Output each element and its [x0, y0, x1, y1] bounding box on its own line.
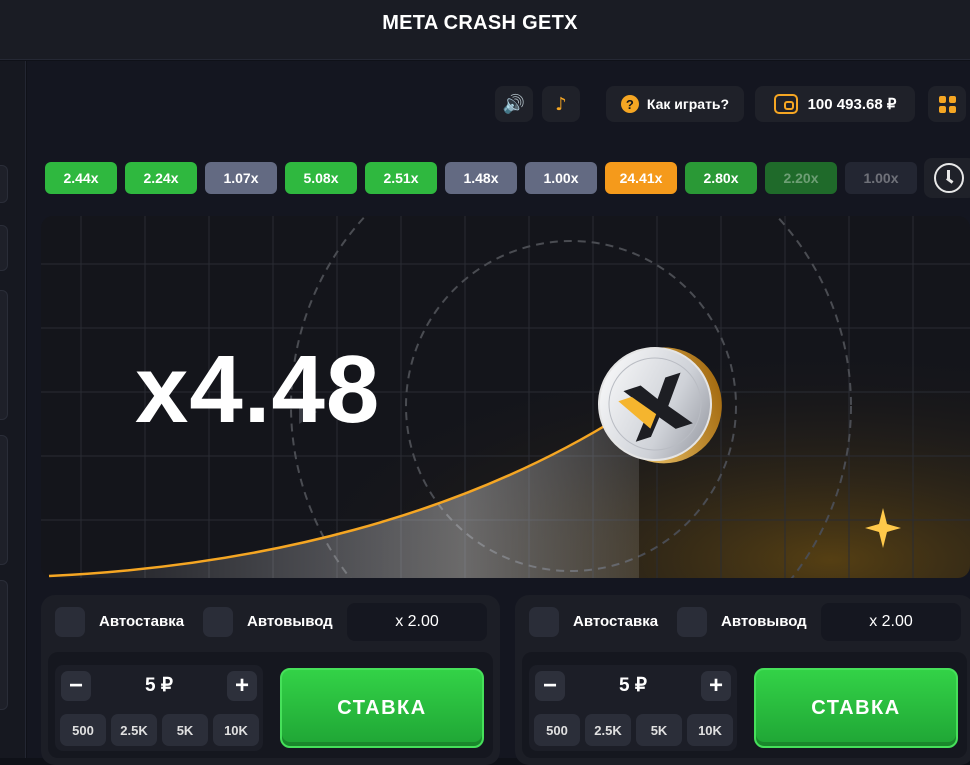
increase-button[interactable]: + — [227, 671, 257, 701]
bet-amount[interactable]: 5 ₽ — [129, 674, 189, 697]
minus-icon: − — [542, 672, 557, 699]
quick-amount-button[interactable]: 500 — [60, 714, 106, 746]
multiplier-display: x4.48 — [135, 336, 381, 443]
menu-button[interactable] — [928, 86, 966, 122]
autocashout-label: Автовывод — [247, 613, 333, 630]
autocashout-input[interactable]: x 2.00 — [821, 603, 961, 641]
how-to-play-label: Как играть? — [646, 96, 730, 112]
plus-icon: + — [708, 672, 723, 699]
decrease-button[interactable]: − — [61, 671, 91, 701]
quick-amount-button[interactable]: 10K — [687, 714, 733, 746]
speaker-icon: 🔊 — [502, 93, 526, 115]
bet-button[interactable]: СТАВКА — [754, 668, 958, 748]
minus-icon: − — [68, 672, 83, 699]
increase-button[interactable]: + — [701, 671, 731, 701]
autobet-label: Автоставка — [573, 613, 659, 630]
sound-button[interactable]: 🔊 — [495, 86, 533, 122]
top-bar: META CRASH GETX — [0, 0, 970, 60]
history-button[interactable] — [924, 158, 970, 198]
history-chip[interactable]: 5.08x — [285, 162, 357, 194]
quick-amount-button[interactable]: 2.5K — [585, 714, 631, 746]
sidebar-tab[interactable] — [0, 165, 8, 203]
bet-button[interactable]: СТАВКА — [280, 668, 484, 748]
autocashout-checkbox[interactable] — [203, 607, 233, 637]
sidebar-tab[interactable] — [0, 435, 8, 565]
how-to-play-button[interactable]: ? Как играть? — [606, 86, 744, 122]
quick-amount-button[interactable]: 5K — [162, 714, 208, 746]
autobet-checkbox[interactable] — [529, 607, 559, 637]
autocashout-checkbox[interactable] — [677, 607, 707, 637]
clock-icon — [934, 163, 964, 193]
wallet-icon — [773, 94, 798, 114]
history-chip[interactable]: 24.41x — [605, 162, 677, 194]
sidebar-tab[interactable] — [0, 225, 8, 271]
autobet-label: Автоставка — [99, 613, 185, 630]
balance-display[interactable]: 100 493.68 ₽ — [755, 86, 915, 122]
autobet-checkbox[interactable] — [55, 607, 85, 637]
autocashout-input[interactable]: x 2.00 — [347, 603, 487, 641]
history-chip[interactable]: 2.51x — [365, 162, 437, 194]
history-chip[interactable]: 2.24x — [125, 162, 197, 194]
history-chip[interactable]: 2.80x — [685, 162, 757, 194]
grid-menu-icon — [938, 95, 956, 113]
history-chip[interactable]: 1.48x — [445, 162, 517, 194]
history-chip[interactable]: 1.07x — [205, 162, 277, 194]
music-button[interactable]: ♪ — [542, 86, 580, 122]
history-chip[interactable]: 1.00x — [525, 162, 597, 194]
plus-icon: + — [234, 672, 249, 699]
autocashout-label: Автовывод — [721, 613, 807, 630]
game-title: META CRASH GETX — [382, 12, 578, 34]
quick-amount-button[interactable]: 5K — [636, 714, 682, 746]
history-chip[interactable]: 1.00x — [845, 162, 917, 194]
balance-value: 100 493.68 ₽ — [807, 96, 897, 113]
history-chip[interactable]: 2.44x — [45, 162, 117, 194]
decrease-button[interactable]: − — [535, 671, 565, 701]
history-chip[interactable]: 2.20x — [765, 162, 837, 194]
music-note-icon: ♪ — [555, 93, 567, 115]
sidebar-tab[interactable] — [0, 580, 8, 710]
bet-amount[interactable]: 5 ₽ — [603, 674, 663, 697]
help-icon: ? — [620, 95, 639, 113]
sidebar-tab[interactable] — [0, 290, 8, 420]
quick-amount-button[interactable]: 500 — [534, 714, 580, 746]
quick-amount-button[interactable]: 2.5K — [111, 714, 157, 746]
quick-amount-button[interactable]: 10K — [213, 714, 259, 746]
